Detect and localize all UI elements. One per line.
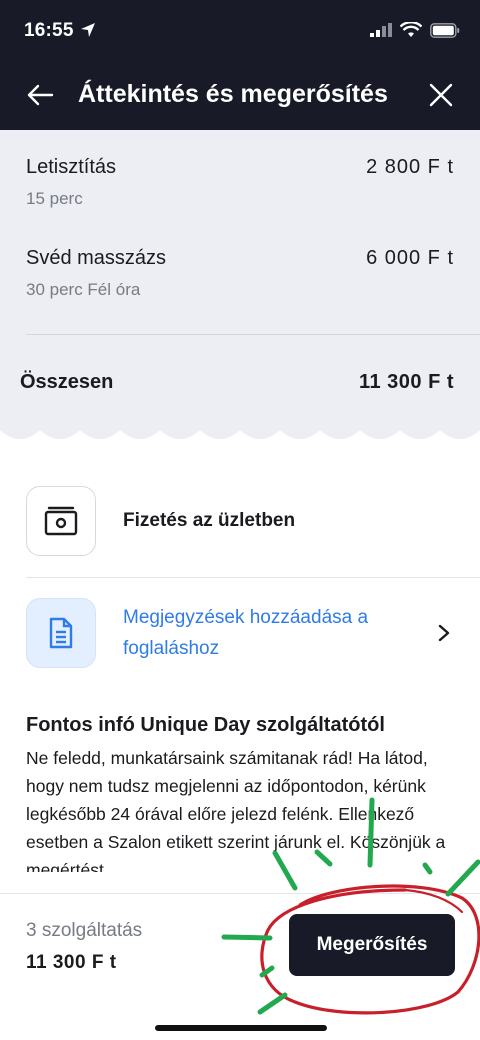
status-time: 16:55 <box>24 20 74 41</box>
service-count: 3 szolgáltatás <box>26 920 143 941</box>
location-arrow-icon <box>80 22 96 43</box>
service-item: Letisztítás 2 800 F t 15 perc <box>26 156 454 209</box>
cash-register-icon <box>44 506 78 536</box>
add-notes-link[interactable]: Megjegyzések hozzáadása a foglaláshoz <box>123 602 423 664</box>
footer-total: 11 300 F t <box>26 952 117 973</box>
signal-icon <box>370 23 392 42</box>
service-duration: 15 perc <box>26 189 83 208</box>
info-title: Fontos infó Unique Day szolgáltatótól <box>26 714 385 736</box>
app-header: 16:55 Áttekintés és megerősítés <box>0 0 480 130</box>
document-icon <box>49 617 73 649</box>
payment-method-row[interactable]: Fizetés az üzletben <box>26 486 454 556</box>
chevron-right-icon <box>434 622 454 644</box>
status-indicators <box>370 21 460 43</box>
service-price: 6 000 F t <box>366 247 454 269</box>
close-icon <box>429 83 453 107</box>
add-notes-row[interactable]: Megjegyzések hozzáadása a foglaláshoz <box>26 598 454 668</box>
wavy-edge <box>0 412 480 439</box>
notes-icon-box <box>26 598 96 668</box>
close-button[interactable] <box>426 80 456 110</box>
checkout-footer: 3 szolgáltatás 11 300 F t Megerősítés <box>0 893 480 1040</box>
service-item: Svéd masszázs 6 000 F t 30 perc Fél óra <box>26 247 454 300</box>
total-value: 11 300 F t <box>358 371 454 393</box>
service-price: 2 800 F t <box>366 156 454 178</box>
service-duration: 30 perc Fél óra <box>26 280 141 299</box>
payment-method-label: Fizetés az üzletben <box>123 510 296 531</box>
payment-icon-box <box>26 486 96 556</box>
page-title: Áttekintés és megerősítés <box>78 80 388 108</box>
back-button[interactable] <box>24 80 56 110</box>
confirm-button[interactable]: Megerősítés <box>289 914 455 976</box>
summary-divider <box>26 334 480 335</box>
home-indicator <box>155 1025 327 1031</box>
wifi-icon <box>399 21 423 43</box>
battery-icon <box>430 22 460 43</box>
booking-summary: Letisztítás 2 800 F t 15 perc Svéd massz… <box>0 130 480 430</box>
back-arrow-icon <box>27 84 54 106</box>
total-label: Összesen <box>20 371 114 393</box>
row-divider <box>26 577 480 578</box>
info-body: Ne feledd, munkatársaink számitanak rád!… <box>26 748 446 872</box>
